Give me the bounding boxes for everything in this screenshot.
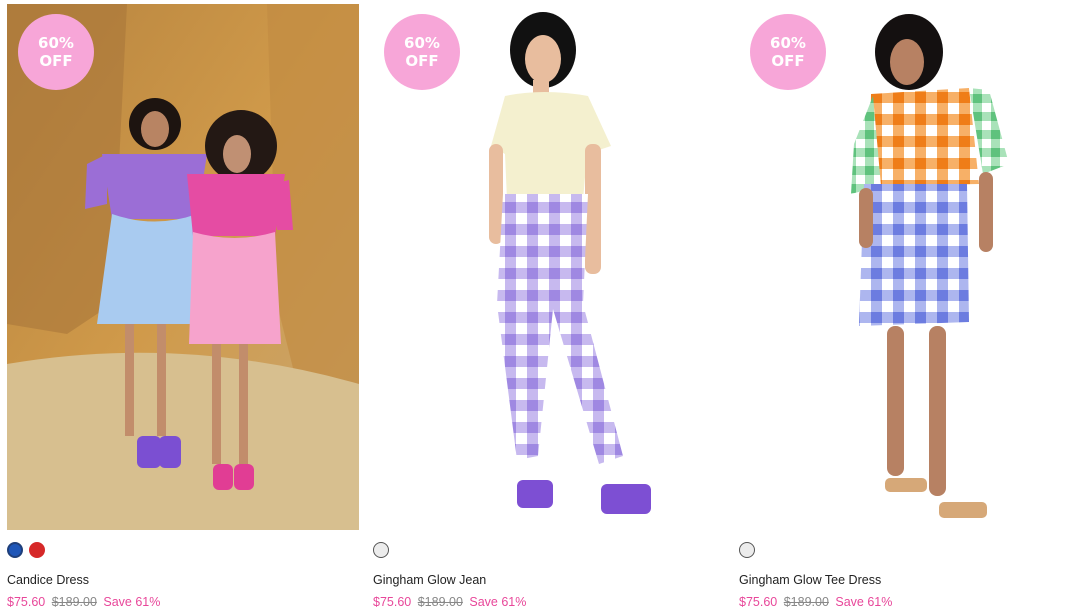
discount-badge: 60% OFF (750, 14, 826, 90)
color-swatches (739, 542, 755, 562)
product-price: $75.60 $189.00 Save 61% (373, 595, 526, 609)
original-price: $189.00 (417, 595, 463, 609)
swatch-blue[interactable] (7, 542, 23, 558)
sale-price: $75.60 (7, 595, 46, 609)
badge-percent: 60% (404, 34, 440, 52)
badge-off: OFF (771, 52, 805, 70)
swatch-red[interactable] (29, 542, 45, 558)
color-swatches (7, 542, 45, 562)
sale-price: $75.60 (373, 595, 412, 609)
product-title[interactable]: Gingham Glow Tee Dress (739, 573, 881, 587)
save-text: Save 61% (469, 595, 527, 609)
product-image[interactable]: 60% OFF (7, 4, 359, 530)
badge-percent: 60% (770, 34, 806, 52)
original-price: $189.00 (783, 595, 829, 609)
badge-off: OFF (405, 52, 439, 70)
discount-badge: 60% OFF (384, 14, 460, 90)
save-text: Save 61% (835, 595, 893, 609)
product-price: $75.60 $189.00 Save 61% (7, 595, 160, 609)
save-text: Save 61% (103, 595, 161, 609)
product-card[interactable]: 60% OFF Gingham Glow Tee Dress $75.60 $1… (739, 4, 1080, 609)
original-price: $189.00 (51, 595, 97, 609)
product-image[interactable]: 60% OFF (739, 4, 1080, 530)
product-title[interactable]: Gingham Glow Jean (373, 573, 486, 587)
swatch-white[interactable] (373, 542, 389, 558)
badge-percent: 60% (38, 34, 74, 52)
product-price: $75.60 $189.00 Save 61% (739, 595, 892, 609)
product-card[interactable]: 60% OFF Candice Dress $75.60 $189.00 Sav… (7, 4, 359, 609)
discount-badge: 60% OFF (18, 14, 94, 90)
product-title[interactable]: Candice Dress (7, 573, 89, 587)
product-card[interactable]: 60% OFF Gingham Glow Jean $75.60 $189.00… (373, 4, 725, 609)
swatch-white[interactable] (739, 542, 755, 558)
color-swatches (373, 542, 389, 562)
sale-price: $75.60 (739, 595, 778, 609)
product-image[interactable]: 60% OFF (373, 4, 725, 530)
badge-off: OFF (39, 52, 73, 70)
